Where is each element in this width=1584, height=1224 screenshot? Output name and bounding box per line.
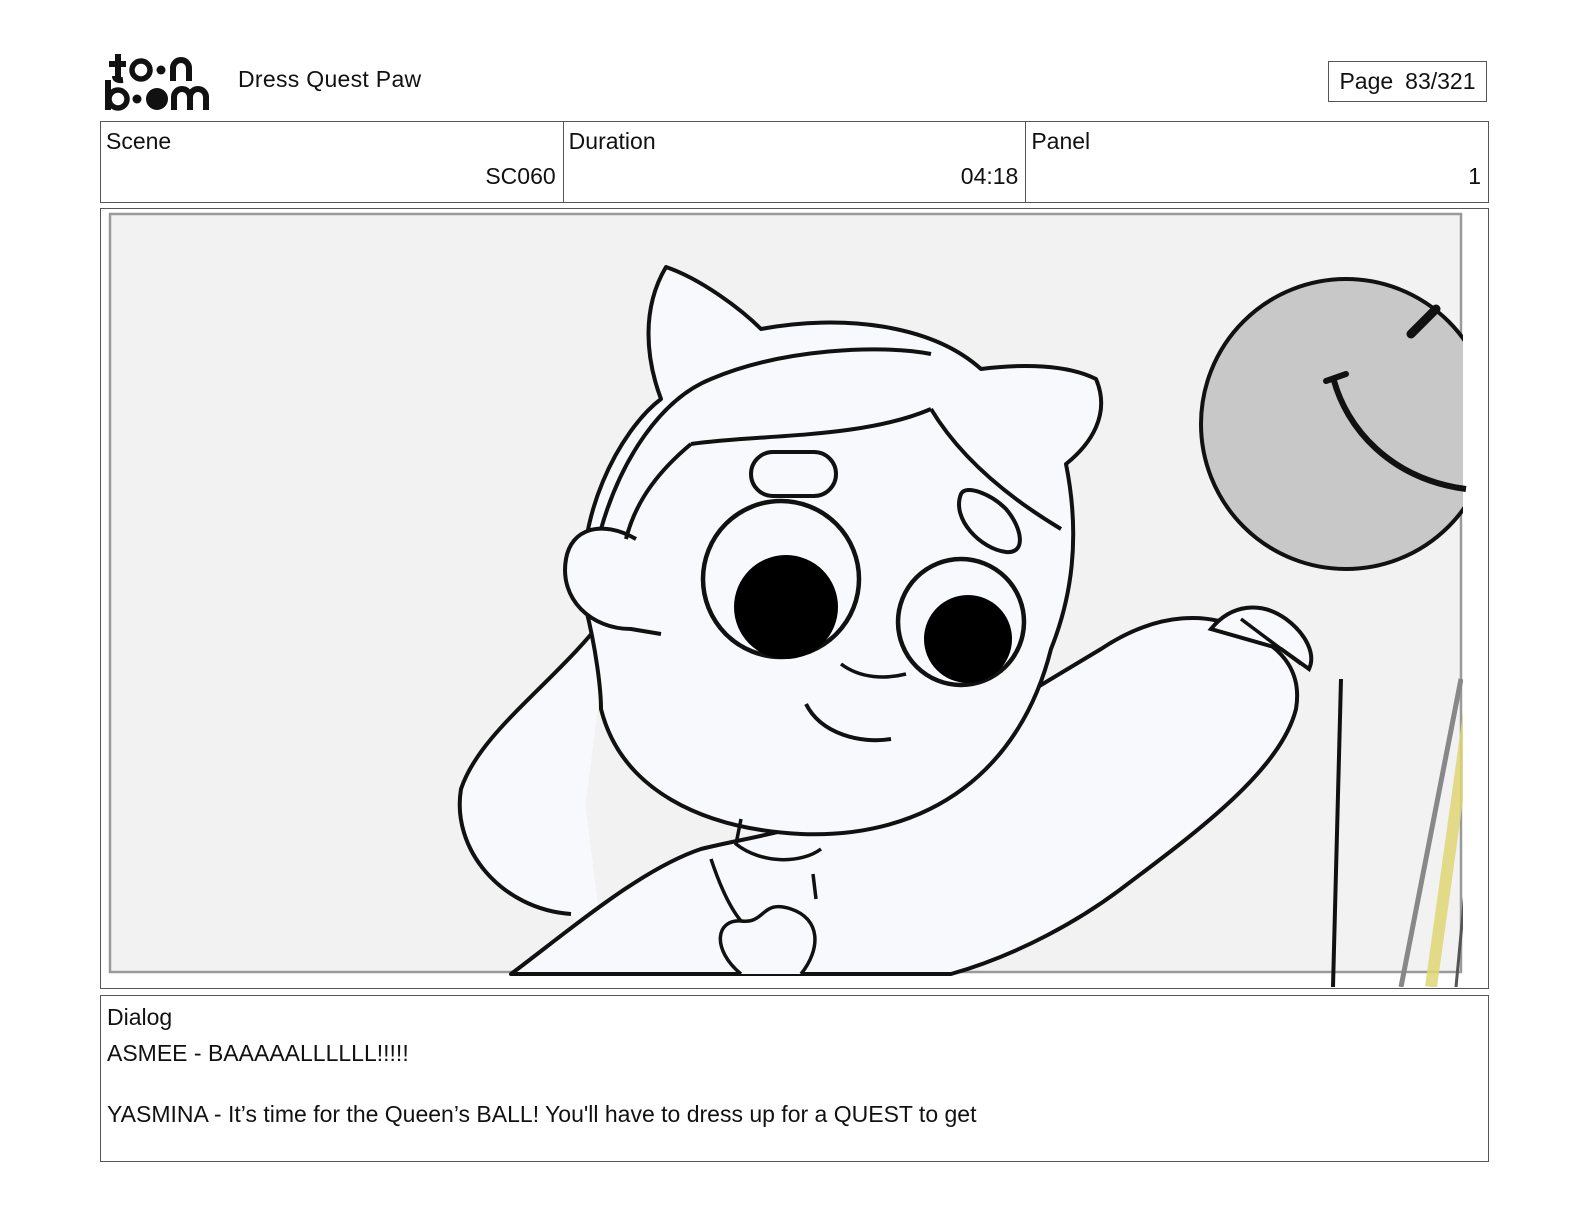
panel-value: 1 — [1468, 163, 1482, 189]
duration-label: Duration — [568, 128, 656, 154]
duration-cell: Duration 04:18 — [564, 122, 1027, 202]
duration-value: 04:18 — [960, 163, 1019, 189]
scene-value: SC060 — [485, 163, 556, 189]
dialog-line: ASMEE - BAAAAALLLLLL!!!!! — [107, 1040, 409, 1066]
scene-label: Scene — [106, 128, 172, 154]
dialog-box: Dialog ASMEE - BAAAAALLLLLL!!!!! YASMINA… — [100, 995, 1489, 1162]
panel-label: Panel — [1031, 128, 1091, 154]
dialog-label: Dialog — [107, 1004, 173, 1030]
page-number: 83/321 — [1405, 68, 1476, 94]
project-title: Dress Quest Paw — [238, 66, 422, 92]
page-label: Page — [1339, 68, 1394, 94]
dialog-line: YASMINA - It’s time for the Queen’s BALL… — [107, 1101, 977, 1127]
scene-cell: Scene SC060 — [101, 122, 564, 202]
toonboom-logo — [105, 54, 209, 111]
page-indicator: Page 83/321 — [1328, 61, 1487, 102]
info-table: Scene SC060 Duration 04:18 Panel 1 — [100, 121, 1489, 203]
storyboard-sketch-image — [101, 209, 1487, 987]
panel-cell: Panel 1 — [1026, 122, 1488, 202]
storyboard-panel — [100, 208, 1489, 989]
